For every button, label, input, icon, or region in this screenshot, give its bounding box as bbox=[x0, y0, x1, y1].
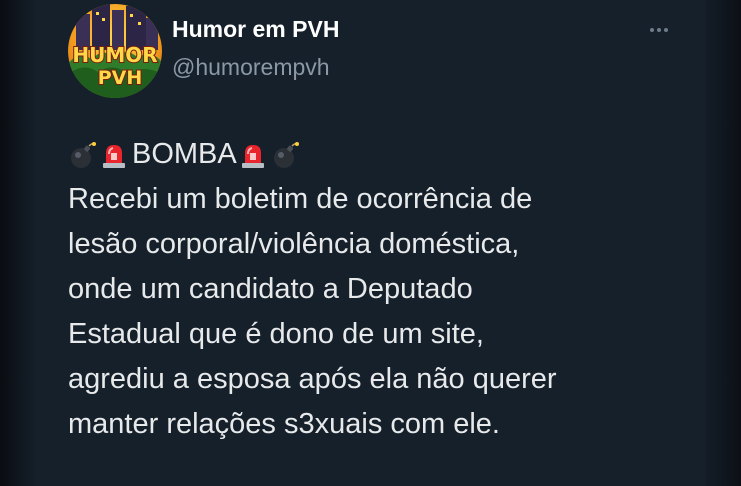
tweet-line: onde um candidato a Deputado bbox=[68, 273, 473, 305]
avatar-text-top: HUMOR bbox=[72, 43, 157, 67]
tweet-line: Recebi um boletim de ocorrência de bbox=[68, 183, 533, 215]
police-light-icon bbox=[103, 144, 125, 168]
more-horizontal-icon bbox=[664, 28, 668, 32]
more-horizontal-icon bbox=[650, 28, 654, 32]
more-options-button[interactable] bbox=[644, 20, 674, 40]
tweet-text: BOMBA Recebi um boletim de ocorrência de… bbox=[68, 132, 698, 447]
tweet-line: agrediu a esposa após ela não querer bbox=[68, 363, 557, 395]
police-light-icon bbox=[241, 144, 264, 168]
tweet-line: manter relações s3xuais com ele. bbox=[68, 408, 500, 440]
tweet-line: Estadual que é dono de um site, bbox=[68, 318, 484, 350]
user-block[interactable]: Humor em PVH @humorempvh bbox=[172, 14, 339, 82]
headline-line: BOMBA bbox=[68, 132, 698, 177]
user-handle[interactable]: @humorempvh bbox=[172, 52, 339, 82]
more-horizontal-icon bbox=[657, 28, 661, 32]
tweet-card[interactable]: HUMOR PVH Humor em PVH @humorempvh BOMBA… bbox=[38, 0, 706, 486]
avatar-text-bottom: PVH bbox=[98, 67, 143, 89]
screen: HUMOR PVH Humor em PVH @humorempvh BOMBA… bbox=[0, 0, 741, 486]
bomb-icon bbox=[71, 141, 96, 168]
display-name[interactable]: Humor em PVH bbox=[172, 14, 339, 44]
avatar-logo: HUMOR PVH bbox=[68, 4, 162, 98]
headline-text: BOMBA bbox=[132, 138, 237, 170]
avatar[interactable]: HUMOR PVH bbox=[68, 4, 162, 98]
tweet-line: lesão corporal/violência doméstica, bbox=[68, 228, 520, 260]
bomb-icon bbox=[273, 141, 299, 168]
